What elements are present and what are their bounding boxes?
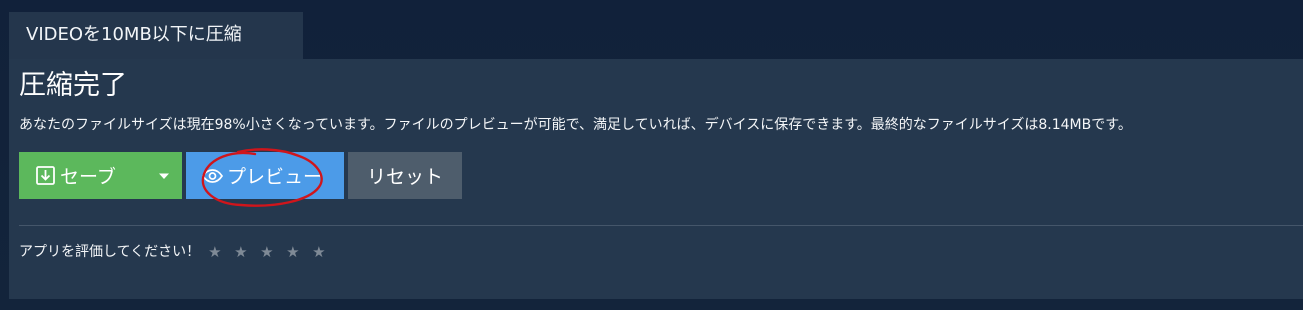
result-description: あなたのファイルサイズは現在98%小さくなっています。ファイルのプレビューが可能…: [19, 117, 1132, 133]
result-panel: 圧縮完了 あなたのファイルサイズは現在98%小さくなっています。ファイルのプレビ…: [9, 59, 1303, 299]
save-options-toggle[interactable]: [145, 152, 182, 199]
caret-down-icon: [158, 173, 169, 179]
reset-button[interactable]: リセット: [348, 152, 462, 199]
tab-video-compress[interactable]: VIDEOを10MB以下に圧縮: [9, 12, 303, 59]
preview-label: プレビュー: [227, 166, 323, 188]
rating-star-4[interactable]: ★: [286, 241, 312, 263]
rating-stars: ★ ★ ★ ★ ★: [208, 241, 338, 263]
app-rating: アプリを評価してください！ ★ ★ ★ ★ ★: [19, 241, 338, 263]
save-main-action[interactable]: セーブ: [19, 152, 145, 199]
compressor-page: VIDEOを10MB以下に圧縮 圧縮完了 あなたのファイルサイズは現在98%小さ…: [0, 0, 1303, 310]
rating-star-5[interactable]: ★: [312, 241, 338, 263]
rating-star-2[interactable]: ★: [234, 241, 260, 263]
save-label: セーブ: [60, 166, 116, 188]
preview-button[interactable]: プレビュー: [186, 152, 344, 199]
download-icon: [36, 166, 55, 185]
page-title: 圧縮完了: [19, 70, 127, 101]
rating-star-1[interactable]: ★: [208, 241, 234, 263]
section-divider: [19, 225, 1303, 226]
eye-icon: [202, 168, 223, 183]
reset-label: リセット: [366, 166, 443, 188]
save-button[interactable]: セーブ: [19, 152, 182, 199]
rating-star-3[interactable]: ★: [260, 241, 286, 263]
rating-prompt: アプリを評価してください！: [19, 244, 201, 260]
